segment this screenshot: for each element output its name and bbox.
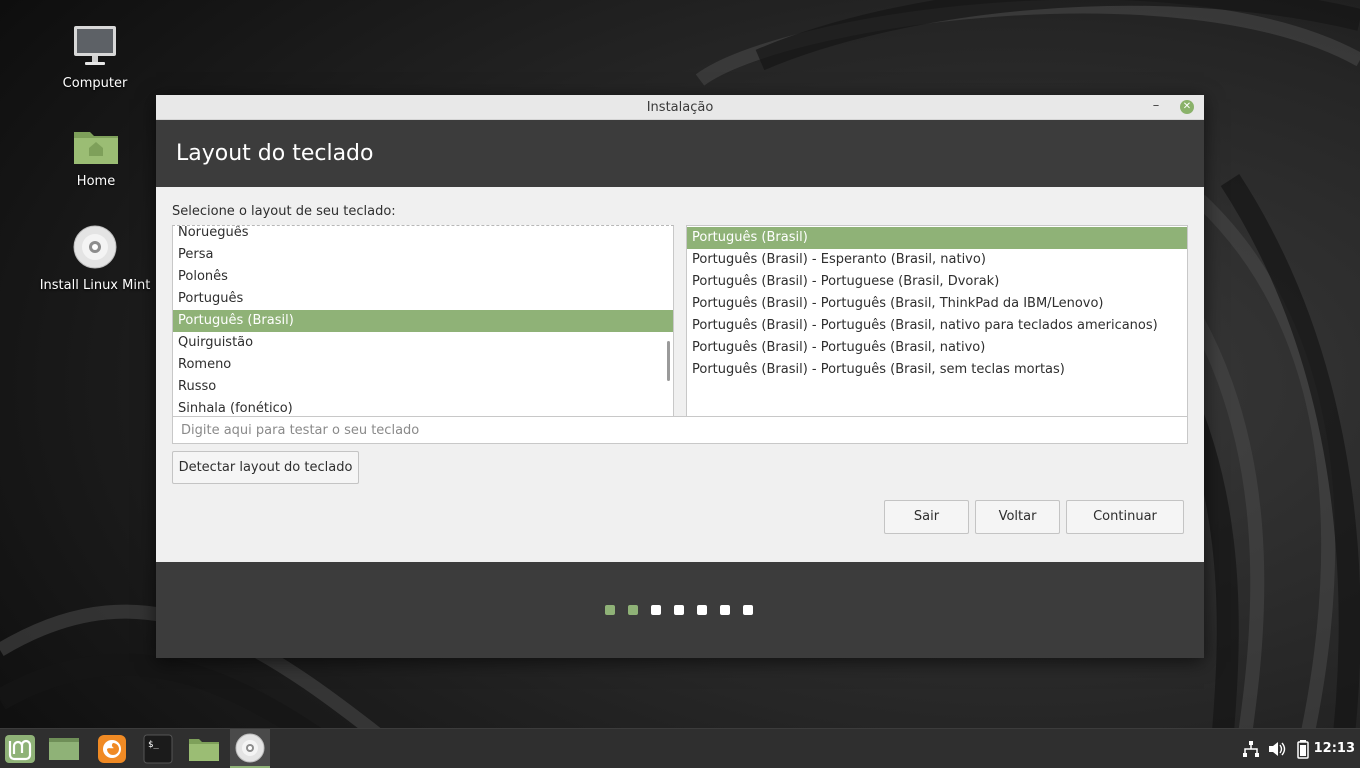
desktop-icon-home[interactable]: Home bbox=[36, 126, 156, 189]
taskbar: $_ 12:13 bbox=[0, 728, 1360, 768]
installer-footer bbox=[156, 562, 1204, 658]
layout-list-item[interactable]: Russo bbox=[173, 376, 673, 398]
window-title: Instalação bbox=[646, 100, 714, 115]
layout-prompt: Selecione o layout de seu teclado: bbox=[172, 204, 396, 219]
taskbar-item-installer[interactable] bbox=[230, 729, 270, 768]
taskbar-item-files[interactable] bbox=[184, 729, 224, 768]
variant-list-rows: Português (Brasil) Português (Brasil) - E… bbox=[687, 227, 1187, 381]
layout-list-item[interactable]: Norueguês bbox=[173, 226, 673, 244]
desktop-icon-label: Install Linux Mint bbox=[39, 278, 151, 293]
close-button[interactable]: ✕ bbox=[1180, 100, 1194, 114]
volume-icon bbox=[1269, 742, 1286, 756]
taskbar-item-desktop[interactable] bbox=[44, 729, 84, 768]
page-title: Layout do teclado bbox=[176, 141, 374, 166]
progress-step-dot bbox=[674, 605, 684, 615]
continue-button[interactable]: Continuar bbox=[1066, 500, 1184, 534]
variant-list-item[interactable]: Português (Brasil) bbox=[687, 227, 1187, 249]
variant-list-item[interactable]: Português (Brasil) - Português (Brasil, … bbox=[687, 359, 1187, 381]
network-icon bbox=[1243, 741, 1259, 757]
quit-button[interactable]: Sair bbox=[884, 500, 969, 534]
layout-list-item[interactable]: Persa bbox=[173, 244, 673, 266]
desktop-icon-label: Home bbox=[76, 174, 116, 189]
variant-list-item[interactable]: Português (Brasil) - Português (Brasil, … bbox=[687, 293, 1187, 315]
desktop-icon-computer[interactable]: Computer bbox=[35, 24, 155, 91]
variant-list-item[interactable]: Português (Brasil) - Esperanto (Brasil, … bbox=[687, 249, 1187, 271]
layout-list-item[interactable]: Polonês bbox=[173, 266, 673, 288]
computer-icon bbox=[74, 26, 116, 65]
layout-list-scrollbar[interactable] bbox=[667, 341, 670, 381]
back-button[interactable]: Voltar bbox=[975, 500, 1060, 534]
disc-icon bbox=[73, 225, 117, 269]
progress-step-dot bbox=[628, 605, 638, 615]
layout-list-rows: Norueguês Persa Polonês Português Português … bbox=[173, 226, 673, 417]
desktop-icon-label: Computer bbox=[62, 76, 128, 91]
taskbar-item-menu[interactable] bbox=[0, 729, 40, 768]
svg-text:$_: $_ bbox=[148, 740, 159, 750]
page-header: Layout do teclado bbox=[156, 120, 1204, 187]
files-icon bbox=[189, 739, 219, 761]
layout-list-item[interactable]: Português bbox=[173, 288, 673, 310]
progress-step-dot bbox=[720, 605, 730, 615]
window-titlebar[interactable]: Instalação – ✕ bbox=[156, 95, 1204, 120]
tray-battery[interactable] bbox=[1296, 729, 1310, 768]
installer-content: Selecione o layout de seu teclado: Norue… bbox=[156, 187, 1204, 562]
progress-step-dot bbox=[605, 605, 615, 615]
installer-disc-icon bbox=[235, 733, 265, 763]
tray-network[interactable] bbox=[1242, 729, 1260, 768]
variant-list-item[interactable]: Português (Brasil) - Português (Brasil, … bbox=[687, 337, 1187, 359]
keyboard-test-input[interactable] bbox=[172, 416, 1188, 444]
layout-list-item[interactable]: Português (Brasil) bbox=[173, 310, 673, 332]
taskbar-item-firefox[interactable] bbox=[92, 729, 132, 768]
desktop-icon-install[interactable]: Install Linux Mint bbox=[35, 224, 155, 293]
show-desktop-icon bbox=[49, 738, 79, 760]
variant-list[interactable]: Português (Brasil) Português (Brasil) - E… bbox=[686, 225, 1188, 418]
layout-list[interactable]: Norueguês Persa Polonês Português Português … bbox=[172, 225, 674, 418]
layout-list-item[interactable]: Romeno bbox=[173, 354, 673, 376]
progress-step-dot bbox=[651, 605, 661, 615]
layout-list-item[interactable]: Quirguistão bbox=[173, 332, 673, 354]
mint-menu-icon bbox=[5, 735, 35, 763]
firefox-icon bbox=[98, 735, 126, 763]
detect-layout-button[interactable]: Detectar layout do teclado bbox=[172, 451, 359, 484]
layout-list-item[interactable]: Sinhala (fonético) bbox=[173, 398, 673, 417]
terminal-icon: $_ bbox=[143, 734, 173, 764]
variant-list-item[interactable]: Português (Brasil) - Portuguese (Brasil,… bbox=[687, 271, 1187, 293]
taskbar-item-terminal[interactable]: $_ bbox=[138, 729, 178, 768]
clock[interactable]: 12:13 bbox=[1314, 729, 1355, 768]
installer-window: Instalação – ✕ Layout do teclado Selecio… bbox=[156, 95, 1204, 658]
progress-step-dot bbox=[743, 605, 753, 615]
variant-list-item[interactable]: Português (Brasil) - Português (Brasil, … bbox=[687, 315, 1187, 337]
home-folder-icon bbox=[74, 132, 118, 164]
battery-icon bbox=[1297, 740, 1309, 759]
tray-volume[interactable] bbox=[1268, 729, 1286, 768]
minimize-button[interactable]: – bbox=[1146, 95, 1166, 120]
progress-step-dot bbox=[697, 605, 707, 615]
